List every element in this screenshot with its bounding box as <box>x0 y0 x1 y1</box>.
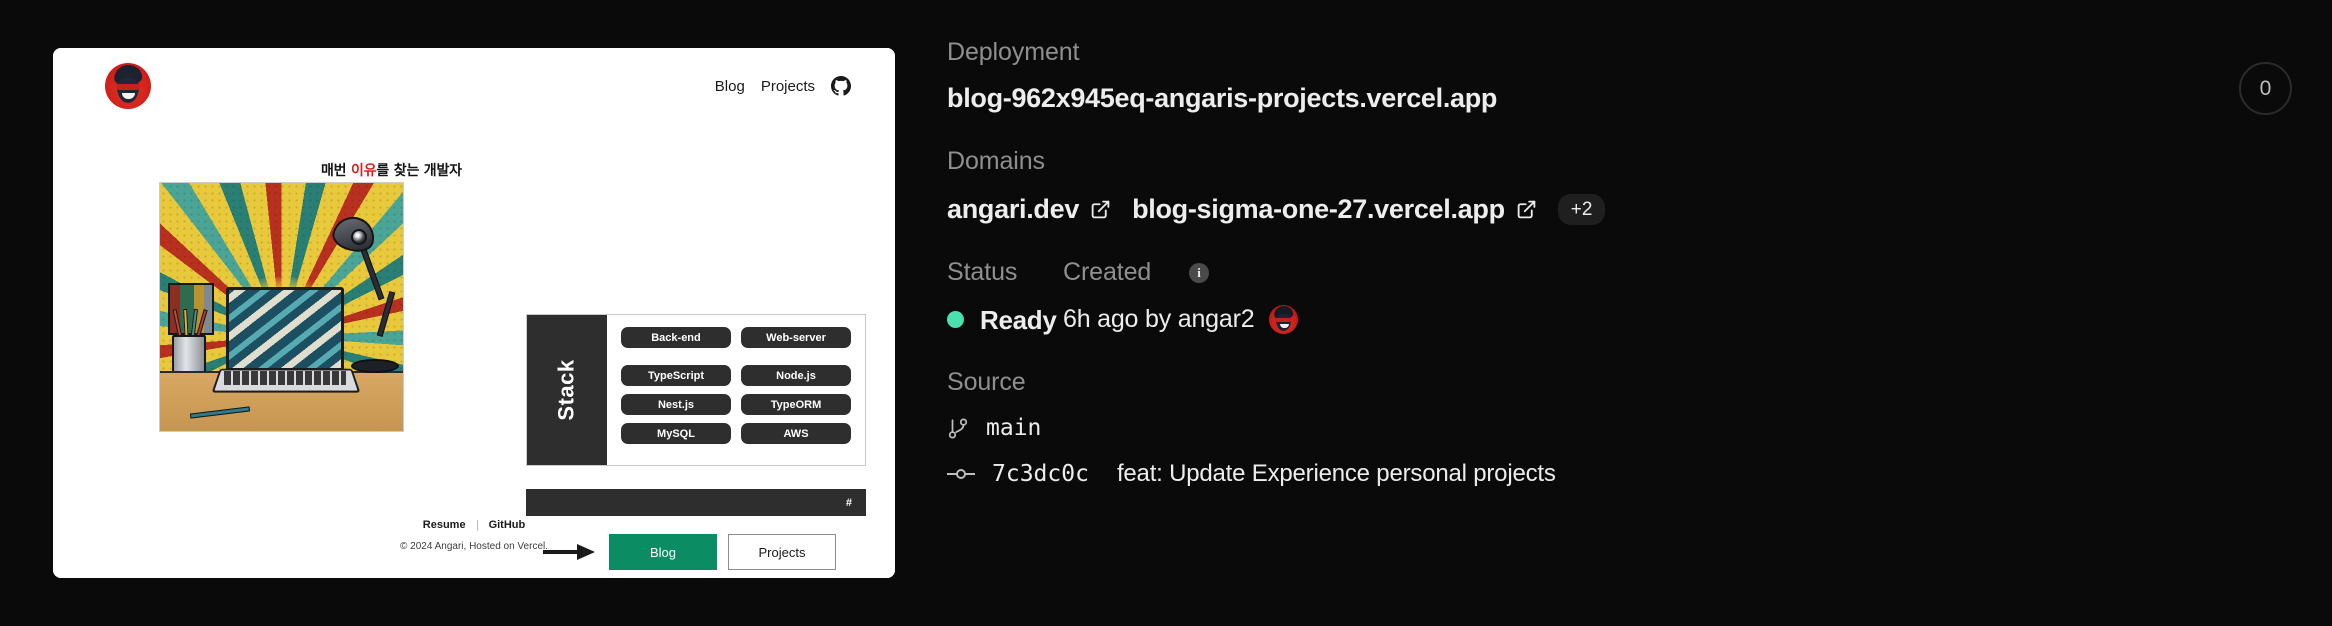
preview-site-header: Blog Projects <box>53 48 895 124</box>
stack-title: Stack <box>554 359 579 421</box>
comic-laptop-screen <box>226 287 344 371</box>
deployment-url[interactable]: blog-962x945eq-angaris-projects.vercel.a… <box>947 85 2147 112</box>
commit-message[interactable]: feat: Update Experience personal project… <box>1117 462 1556 486</box>
stack-pill: Node.js <box>741 365 851 386</box>
hash-bar: # <box>526 489 866 516</box>
stack-pill: TypeScript <box>621 365 731 386</box>
external-link-icon[interactable] <box>1090 199 1111 220</box>
stack-column-right: Web-server Node.js TypeORM AWS <box>741 327 851 453</box>
branch-name[interactable]: main <box>986 417 1041 440</box>
deployment-summary-panel: Blog Projects 매번 이유를 찾는 개발자 Stack Back-e… <box>0 0 2332 626</box>
deployment-block: Deployment blog-962x945eq-angaris-projec… <box>947 40 2147 112</box>
status-value: Ready <box>980 304 1057 335</box>
domain-item[interactable]: blog-sigma-one-27.vercel.app <box>1132 196 1537 223</box>
git-commit-icon <box>947 466 975 482</box>
created-label: Created <box>1063 258 1152 286</box>
domains-block: Domains angari.dev blog-sigma-one-27.ver… <box>947 149 2147 225</box>
status-value-group: Ready <box>947 307 1063 333</box>
footer-divider <box>476 519 478 531</box>
stack-title-bar: Stack <box>527 315 607 465</box>
preview-headline: 매번 이유를 찾는 개발자 <box>321 160 462 180</box>
domains-label: Domains <box>947 147 1045 175</box>
hash-symbol: # <box>845 496 852 509</box>
footer-link-github[interactable]: GitHub <box>489 519 526 531</box>
deployment-details: Deployment blog-962x945eq-angaris-projec… <box>947 40 2147 486</box>
comic-illustration <box>159 182 404 432</box>
avatar-face <box>1276 314 1292 331</box>
comic-laptop-keyboard <box>224 371 346 385</box>
preview-site-nav: Blog Projects <box>715 76 851 96</box>
stack-pill: Back-end <box>621 327 731 348</box>
info-icon[interactable]: i <box>1189 262 1209 283</box>
avatar-sunglasses <box>1275 318 1293 322</box>
created-value-group: 6h ago by angar2 <box>1063 305 1299 334</box>
footer-links: Resume GitHub <box>53 519 895 531</box>
deployment-label: Deployment <box>947 38 1080 66</box>
status-label: Status <box>947 258 1018 286</box>
domain-item[interactable]: angari.dev <box>947 196 1111 223</box>
logo-sunglasses <box>116 84 140 90</box>
author-avatar[interactable] <box>1269 305 1299 334</box>
status-header-row: Status Created i <box>947 260 2147 285</box>
site-logo-avatar <box>105 63 151 109</box>
comic-lamp-bulb <box>351 229 367 245</box>
comic-lamp-base <box>351 359 399 373</box>
footer-copyright: © 2024 Angari, Hosted on Vercel. <box>399 541 549 552</box>
stack-pill: MySQL <box>621 423 731 444</box>
github-icon[interactable] <box>831 76 851 96</box>
status-dot-icon <box>947 311 964 328</box>
commit-hash[interactable]: 7c3dc0c <box>992 462 1089 486</box>
footer-link-resume[interactable]: Resume <box>423 519 466 531</box>
git-branch-icon <box>947 416 969 441</box>
stack-pill: Nest.js <box>621 394 731 415</box>
status-value-row: Ready 6h ago by angar2 <box>947 305 2147 334</box>
source-label: Source <box>947 368 1026 396</box>
external-link-icon[interactable] <box>1516 199 1537 220</box>
deployment-preview-card[interactable]: Blog Projects 매번 이유를 찾는 개발자 Stack Back-e… <box>53 48 895 578</box>
preview-site: Blog Projects 매번 이유를 찾는 개발자 Stack Back-e… <box>53 48 895 578</box>
headline-before: 매번 <box>321 163 352 179</box>
stack-column-left: Back-end TypeScript Nest.js MySQL <box>621 327 731 453</box>
stack-diagram: Stack Back-end TypeScript Nest.js MySQL … <box>526 314 866 466</box>
logo-face <box>117 78 139 103</box>
headline-accent: 이유 <box>351 163 377 179</box>
domains-list: angari.dev blog-sigma-one-27.vercel.app <box>947 194 2147 225</box>
preview-hero: 매번 이유를 찾는 개발자 Stack Back-end TypeScript … <box>53 124 895 570</box>
headline-after: 를 찾는 개발자 <box>376 163 462 179</box>
status-block: Status Created i Ready 6h ago by angar2 <box>947 260 2147 334</box>
counter-badge[interactable]: 0 <box>2239 62 2292 115</box>
nav-link-blog[interactable]: Blog <box>715 78 745 95</box>
stack-pill: Web-server <box>741 327 851 348</box>
source-branch-row[interactable]: main <box>947 416 2147 441</box>
stack-pill: AWS <box>741 423 851 444</box>
stack-pill: TypeORM <box>741 394 851 415</box>
preview-site-footer: Resume GitHub © 2024 Angari, Hosted on V… <box>53 519 895 552</box>
source-commit-row[interactable]: 7c3dc0c feat: Update Experience personal… <box>947 462 2147 486</box>
created-header: Created i <box>1063 260 1209 285</box>
stack-columns: Back-end TypeScript Nest.js MySQL Web-se… <box>607 315 865 465</box>
nav-link-projects[interactable]: Projects <box>761 78 815 95</box>
created-value: 6h ago by angar2 <box>1063 305 1255 333</box>
source-block: Source main 7c3dc0c feat: Update Experie… <box>947 370 2147 486</box>
counter-value: 0 <box>2259 76 2272 100</box>
domain-name[interactable]: angari.dev <box>947 196 1079 223</box>
domains-more-badge[interactable]: +2 <box>1557 194 1606 225</box>
domain-name[interactable]: blog-sigma-one-27.vercel.app <box>1132 196 1505 223</box>
